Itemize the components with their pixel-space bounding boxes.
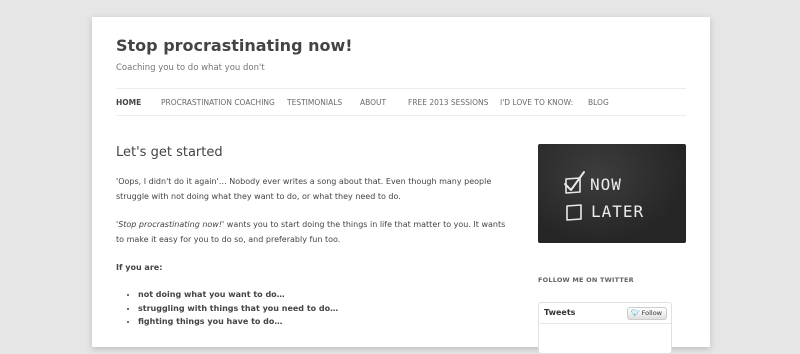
mission-paragraph: 'Stop procrastinating now!' wants you to… [116, 218, 506, 247]
nav-item-testimonials[interactable]: TESTIMONIALS [287, 98, 342, 107]
checkmark-icon [564, 171, 585, 191]
nav-item-blog[interactable]: BLOG [588, 98, 609, 107]
follow-label: Follow [641, 309, 662, 317]
nav-item-id-love-to-know[interactable]: I'D LOVE TO KNOW: [500, 98, 573, 107]
nav-item-procrastination-coaching[interactable]: PROCRASTINATION COACHING [161, 98, 275, 107]
tweets-header: Tweets 🐦︎ Follow [539, 303, 671, 324]
list-item: not doing what you want to do… [138, 288, 338, 302]
twitter-timeline-widget: Tweets 🐦︎ Follow [538, 302, 672, 354]
twitter-follow-button[interactable]: 🐦︎ Follow [626, 307, 667, 320]
main-content: Let's get started 'Oops, I didn't do it … [116, 145, 506, 326]
bullet-list: not doing what you want to do… strugglin… [116, 288, 338, 329]
list-item: fighting things you have to do… [138, 315, 338, 329]
intro-paragraph: 'Oops, I didn't do it again'… Nobody eve… [116, 177, 492, 201]
now-label: NOW [590, 175, 622, 194]
nav-item-home[interactable]: HOME [116, 98, 141, 107]
if-you-are-heading: If you are: [116, 263, 163, 272]
twitter-widget-title: FOLLOW ME ON TWITTER [538, 276, 634, 284]
main-navigation: HOME PROCRASTINATION COACHING TESTIMONIA… [116, 88, 686, 116]
checkbox-later-icon [566, 204, 582, 221]
tweets-label[interactable]: Tweets [544, 308, 575, 317]
mission-emphasis: 'Stop procrastinating now!' [116, 220, 225, 229]
page-container: Stop procrastinating now! Coaching you t… [92, 17, 710, 354]
site-description: Coaching you to do what you don't [116, 63, 265, 73]
later-label: LATER [591, 202, 644, 221]
nav-item-free-2013-sessions[interactable]: FREE 2013 SESSIONS [408, 98, 488, 107]
list-item: struggling with things that you need to … [138, 302, 338, 316]
entry-title: Let's get started [116, 145, 223, 160]
chalkboard-drawing: NOW LATER [564, 171, 644, 221]
site-title[interactable]: Stop procrastinating now! [116, 36, 353, 55]
now-later-chalkboard-image: NOW LATER [538, 144, 686, 243]
nav-item-about[interactable]: ABOUT [360, 98, 386, 107]
twitter-bird-icon: 🐦︎ [630, 309, 640, 317]
